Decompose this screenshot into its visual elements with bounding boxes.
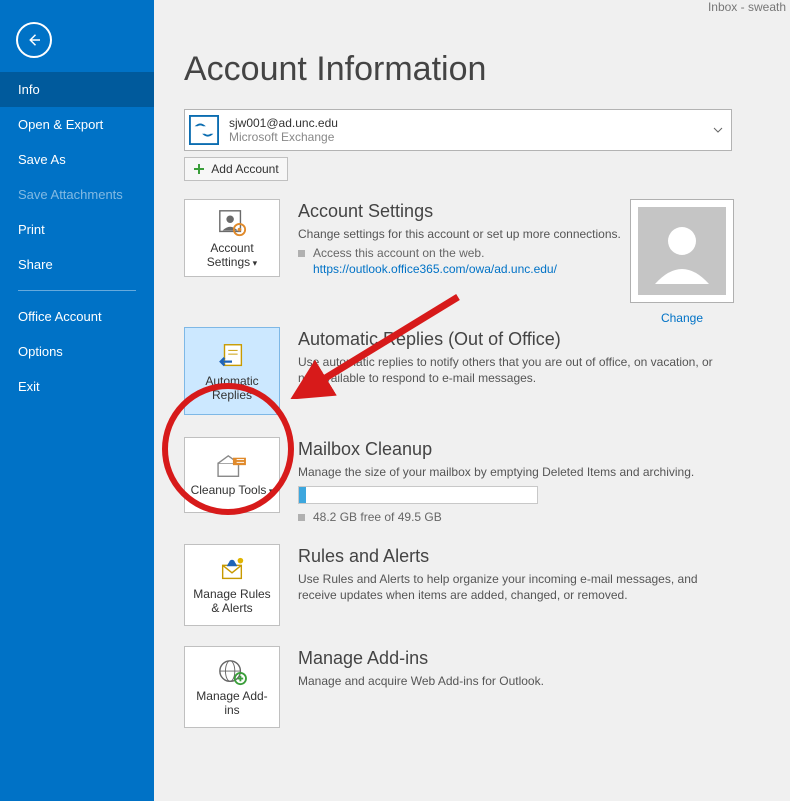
manage-rules-button[interactable]: Manage Rules & Alerts: [184, 544, 280, 626]
sidebar-item-office-account[interactable]: Office Account: [0, 299, 154, 334]
plus-icon: [193, 163, 205, 175]
add-account-label: Add Account: [211, 162, 278, 176]
sidebar-divider: [18, 290, 136, 291]
section-desc: Use Rules and Alerts to help organize yo…: [298, 571, 718, 603]
tile-label: Manage Rules & Alerts: [189, 588, 275, 616]
section-desc: Manage the size of your mailbox by empty…: [298, 464, 694, 480]
account-settings-icon: [217, 208, 247, 238]
sidebar-item-save-attachments: Save Attachments: [0, 177, 154, 212]
sidebar-item-label: Print: [18, 222, 45, 237]
sidebar-item-label: Info: [18, 82, 40, 97]
tile-label: Account Settings ▾: [189, 242, 275, 270]
account-type: Microsoft Exchange: [229, 130, 338, 144]
section-desc: Change settings for this account or set …: [298, 226, 621, 242]
avatar-frame: [630, 199, 734, 303]
exchange-icon: [189, 115, 219, 145]
arrow-left-icon: [25, 31, 43, 49]
bullet-icon: [298, 250, 305, 257]
section-heading: Manage Add-ins: [298, 648, 544, 669]
window-title: Inbox - sweath: [708, 0, 786, 20]
account-email: sjw001@ad.unc.edu: [229, 116, 338, 130]
tile-label: Manage Add-ins: [189, 690, 275, 718]
sidebar-item-save-as[interactable]: Save As: [0, 142, 154, 177]
account-settings-button[interactable]: Account Settings ▾: [184, 199, 280, 277]
sidebar-item-share[interactable]: Share: [0, 247, 154, 282]
rules-alerts-section: Manage Rules & Alerts Rules and Alerts U…: [184, 544, 790, 626]
add-account-button[interactable]: Add Account: [184, 157, 288, 181]
section-heading: Account Settings: [298, 201, 621, 222]
tile-label: Automatic Replies: [189, 375, 275, 403]
back-button[interactable]: [16, 22, 52, 58]
chevron-down-icon: [713, 125, 723, 135]
sidebar-item-label: Open & Export: [18, 117, 103, 132]
file-sidebar: Info Open & Export Save As Save Attachme…: [0, 0, 154, 801]
section-heading: Automatic Replies (Out of Office): [298, 329, 718, 350]
sidebar-item-label: Save As: [18, 152, 66, 167]
section-heading: Rules and Alerts: [298, 546, 718, 567]
content-area: Account Information sjw001@ad.unc.edu Mi…: [154, 0, 790, 801]
page-title: Account Information: [184, 50, 790, 89]
owa-link[interactable]: https://outlook.office365.com/owa/ad.unc…: [313, 262, 557, 276]
section-desc: Manage and acquire Web Add-ins for Outlo…: [298, 673, 544, 689]
web-access-text: Access this account on the web.: [313, 246, 484, 260]
sidebar-item-exit[interactable]: Exit: [0, 369, 154, 404]
automatic-replies-button[interactable]: Automatic Replies: [184, 327, 280, 415]
sidebar-item-info[interactable]: Info: [0, 72, 154, 107]
storage-progress-fill: [299, 487, 306, 503]
manage-addins-section: Manage Add-ins Manage Add-ins Manage and…: [184, 646, 790, 728]
tile-label: Cleanup Tools ▾: [191, 484, 274, 498]
sidebar-item-label: Share: [18, 257, 53, 272]
auto-reply-icon: [217, 341, 247, 371]
storage-progress-bar: [298, 486, 538, 504]
manage-addins-button[interactable]: Manage Add-ins: [184, 646, 280, 728]
change-photo-link[interactable]: Change: [630, 311, 734, 325]
avatar-placeholder-icon: [647, 216, 717, 286]
addins-icon: [217, 658, 247, 686]
section-desc: Use automatic replies to notify others t…: [298, 354, 718, 386]
sidebar-item-label: Save Attachments: [18, 187, 123, 202]
account-settings-section: Account Settings ▾ Account Settings Chan…: [184, 199, 790, 277]
rules-icon: [217, 556, 247, 584]
sidebar-item-label: Office Account: [18, 309, 102, 324]
sidebar-item-print[interactable]: Print: [0, 212, 154, 247]
sidebar-item-label: Options: [18, 344, 63, 359]
mailbox-cleanup-section: Cleanup Tools ▾ Mailbox Cleanup Manage t…: [184, 437, 790, 524]
section-heading: Mailbox Cleanup: [298, 439, 694, 460]
automatic-replies-section: Automatic Replies Automatic Replies (Out…: [184, 327, 790, 415]
sidebar-item-options[interactable]: Options: [0, 334, 154, 369]
bullet-icon: [298, 514, 305, 521]
sidebar-item-open-export[interactable]: Open & Export: [0, 107, 154, 142]
sidebar-item-label: Exit: [18, 379, 40, 394]
storage-text: 48.2 GB free of 49.5 GB: [313, 510, 442, 524]
profile-photo: Change: [630, 199, 734, 325]
cleanup-icon: [216, 454, 248, 480]
cleanup-tools-button[interactable]: Cleanup Tools ▾: [184, 437, 280, 513]
account-selector[interactable]: sjw001@ad.unc.edu Microsoft Exchange: [184, 109, 732, 151]
